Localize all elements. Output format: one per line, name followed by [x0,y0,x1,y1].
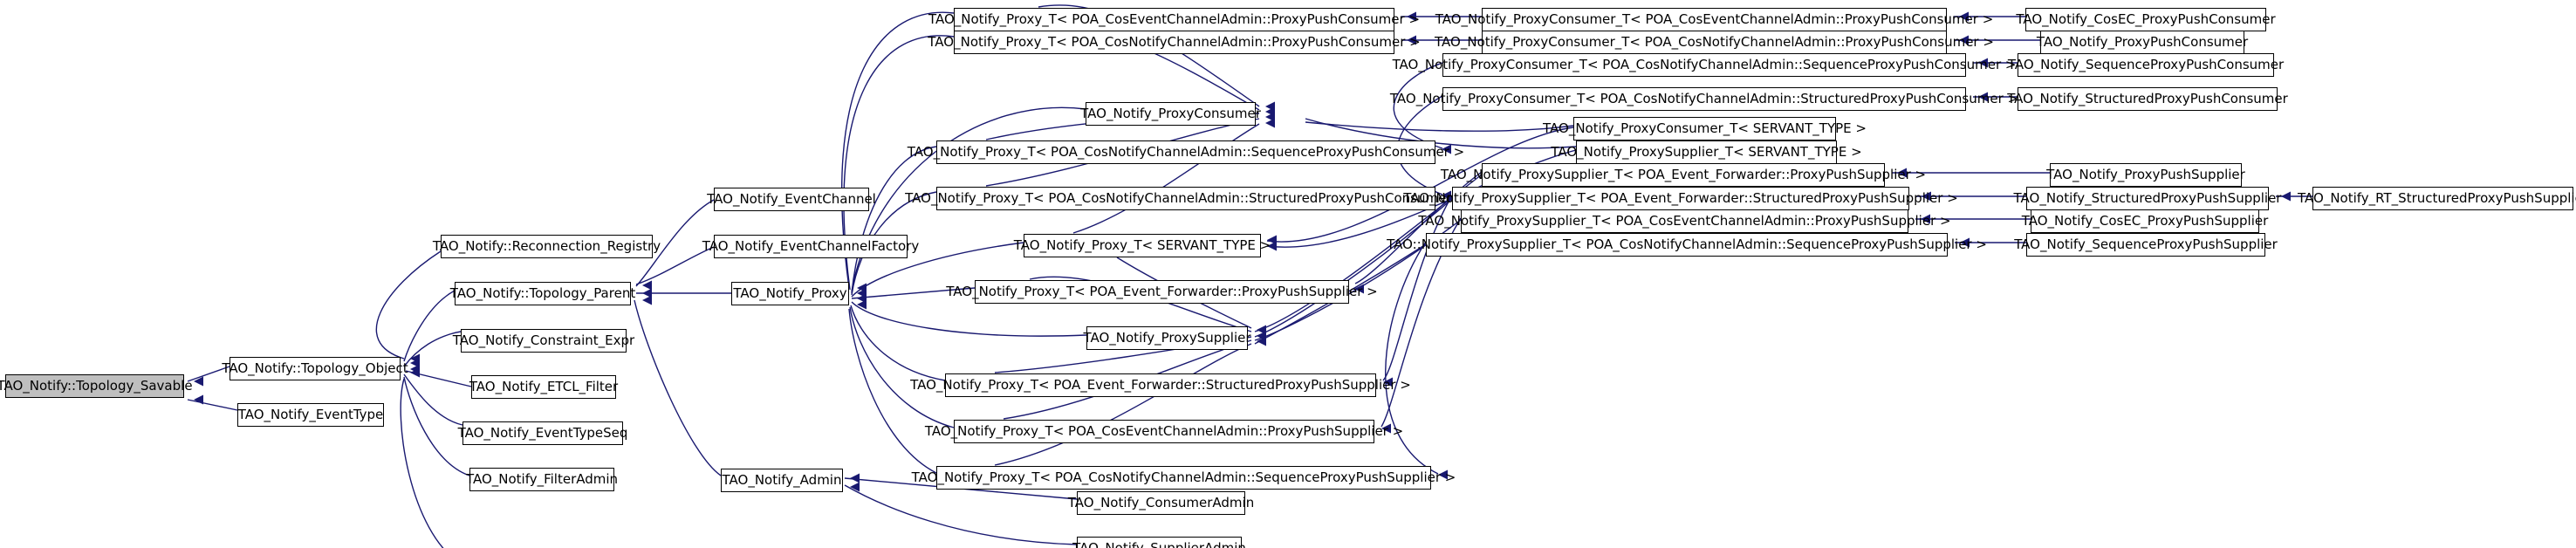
edge-arrowhead [410,358,420,368]
class-node[interactable]: TAO_Notify_EventChannel [707,188,876,211]
class-node[interactable]: TAO_Notify_SequenceProxyPushSupplier [2014,233,2278,257]
inheritance-edge [1385,241,1439,475]
edge-arrowhead [850,473,860,483]
class-node[interactable]: TAO_Notify::Topology_Savable [0,374,193,398]
class-node[interactable]: TAO_Notify_RT_StructuredProxyPushSupplie… [2298,187,2576,210]
edge-arrowhead [1265,101,1275,112]
class-node[interactable]: TAO_Notify::Topology_Object [222,357,408,380]
class-node[interactable]: TAO_Notify_EventType [237,403,384,427]
edge-arrowhead [642,280,652,291]
edge-arrowhead [1257,331,1266,341]
inheritance-edge [851,301,1087,337]
edge-arrowhead [410,367,420,378]
class-node[interactable]: TAO_Notify_ProxyConsumer_T< POA_CosNotif… [1435,31,1994,54]
edge-arrowhead [850,482,860,492]
class-node[interactable]: TAO_Notify_SupplierAdmin [1072,537,1246,548]
edge-arrowhead [642,288,652,298]
class-node[interactable]: TAO_Notify_SequenceProxyPushConsumer [2008,53,2284,77]
inheritance-edge [403,373,463,426]
class-node[interactable]: TAO_Notify_CosEC_ProxyPushSupplier [2022,209,2268,233]
class-node[interactable]: TAO_Notify_ProxyConsumer [1080,102,1261,126]
edge-arrowhead [1265,106,1275,117]
class-node[interactable]: TAO_Notify_ProxySupplier [1083,326,1251,350]
class-node[interactable]: TAO_Notify_Proxy_T< POA_CosEventChannelA… [925,420,1403,443]
class-node[interactable]: TAO_Notify_ProxyPushConsumer [2037,31,2248,54]
inheritance-edge [634,299,722,476]
edge-arrowhead [857,299,867,310]
edge-arrowhead [857,283,867,293]
class-node[interactable]: TAO_Notify_Proxy_T< POA_CosEventChannelA… [928,8,1420,31]
inheritance-diagram-canvas: TAO_Notify::Topology_Savable TAO_Notify::… [0,0,2576,548]
class-node[interactable]: TAO_Notify_ProxySupplier_T< POA_Event_Fo… [1403,187,1958,210]
inheritance-edge [403,290,456,362]
class-node[interactable]: TAO_Notify_Proxy_T< POA_CosNotifyChannel… [928,31,1421,54]
inheritance-edge [1305,121,1574,132]
class-node[interactable]: TAO_Notify_Proxy_T< POA_CosNotifyChannel… [912,466,1456,490]
class-node[interactable]: TAO::Notify_ProxySupplier_T< POA_CosNoti… [1387,233,1987,257]
edge-arrowhead [857,288,867,298]
class-node[interactable]: TAO_Notify_Proxy_T< POA_CosNotifyChannel… [908,140,1464,164]
inheritance-edge [187,399,238,411]
inheritance-edge [849,306,955,428]
class-node[interactable]: TAO_Notify_Proxy [731,282,849,305]
class-node[interactable]: TAO_Notify_Proxy_T< POA_Event_Forwarder:… [946,280,1378,304]
class-node[interactable]: TAO_Notify_ETCL_Filter [469,375,618,399]
edge-arrowhead [2281,191,2291,202]
edge-arrowhead [1265,112,1275,122]
class-node[interactable]: TAO_Notify_StructuredProxyPushConsumer [2007,87,2288,111]
class-node[interactable]: TAO_Notify_ProxyConsumer_T< POA_CosEvent… [1435,8,1993,31]
class-node[interactable]: TAO_Notify_CosEC_ProxyPushConsumer [2016,8,2276,31]
class-node[interactable]: TAO_Notify_ProxyConsumer_T< SERVANT_TYPE… [1543,117,1867,140]
class-node[interactable]: TAO_Notify_Proxy_T< POA_CosNotifyChannel… [905,187,1467,210]
class-node[interactable]: TAO_Notify_EventChannelFactory [702,235,919,258]
class-node[interactable]: TAO_Notify::Topology_Parent [450,282,635,305]
class-node[interactable]: TAO_Notify_Admin [721,469,843,492]
edge-arrowhead [1257,336,1266,346]
class-node[interactable]: TAO_Notify_Proxy_T< SERVANT_TYPE > [1014,234,1271,257]
edge-arrowhead [642,295,652,305]
inheritance-edge [375,250,442,360]
class-node[interactable]: TAO_Notify_ProxySupplier_T< POA_Event_Fo… [1441,163,1926,187]
edge-arrowhead [857,293,867,304]
inheritance-edge [844,484,1078,545]
inheritance-edge [851,146,937,294]
class-node[interactable]: TAO_Notify_ProxyConsumer_T< POA_CosNotif… [1393,53,2016,77]
class-node[interactable]: TAO_Notify::Reconnection_Registry [433,235,661,258]
class-node[interactable]: TAO_Notify_ProxyPushSupplier [2046,163,2245,187]
inheritance-edge [994,343,1252,466]
edge-arrowhead [194,376,203,387]
edge-arrowhead [1265,118,1275,128]
edge-arrowhead [410,353,420,364]
class-node[interactable]: TAO_Notify_StructuredProxyPushSupplier [2014,187,2281,210]
class-node[interactable]: TAO_Notify_ProxyConsumer_T< POA_CosNotif… [1390,87,2018,111]
class-node[interactable]: TAO_Notify_EventTypeSeq [458,421,627,445]
inheritance-edge [400,378,444,548]
class-node[interactable]: TAO_Notify_ProxySupplier_T< POA_CosEvent… [1418,209,1951,233]
class-node[interactable]: TAO_Notify_Proxy_T< POA_Event_Forwarder:… [910,373,1411,397]
inheritance-edge [405,370,472,387]
class-node[interactable]: TAO_Notify_Constraint_Expr [453,329,634,353]
class-node[interactable]: TAO_Notify_FilterAdmin [466,468,618,491]
edge-arrowhead [194,394,203,405]
inheritance-edge [850,305,946,381]
edge-arrowhead [1257,325,1266,335]
class-node[interactable]: TAO_Notify_ProxySupplier_T< SERVANT_TYPE… [1551,140,1862,164]
edge-arrowhead [410,364,420,374]
class-node[interactable]: TAO_Notify_ConsumerAdmin [1068,491,1254,515]
